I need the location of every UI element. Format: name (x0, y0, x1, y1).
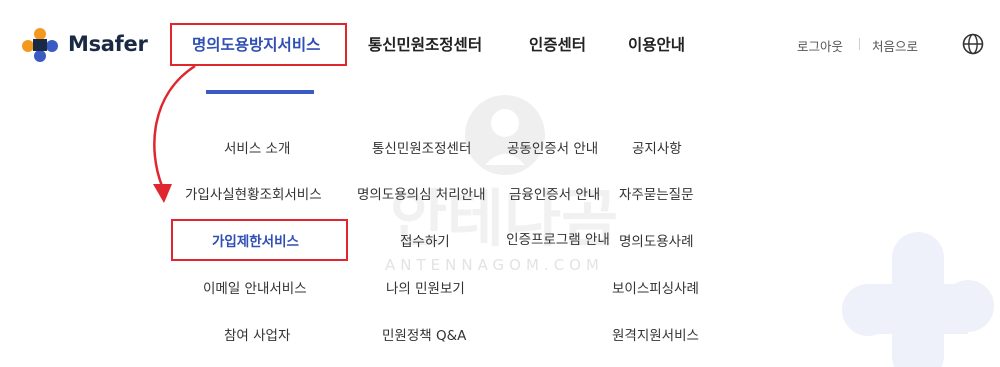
nav-item-user-guide[interactable]: 이용안내 (628, 26, 685, 64)
nav-item-certification-center[interactable]: 인증센터 (529, 26, 586, 64)
watermark-text: ANTENNAGOM.COM (385, 256, 604, 274)
decorative-logo-shape (842, 232, 994, 367)
submenu-financial-certificate[interactable]: 금융인증서 안내 (509, 183, 600, 203)
submenu-subscription-restriction[interactable]: 가입제한서비스 (212, 230, 299, 250)
submenu-notices[interactable]: 공지사항 (632, 137, 682, 157)
submenu-joint-certificate[interactable]: 공동인증서 안내 (507, 137, 598, 157)
submenu-complaint-policy-qa[interactable]: 민원정책 Q&A (382, 324, 466, 344)
nav-highlight-box (170, 23, 347, 66)
submenu-suspected-theft-guide[interactable]: 명의도용의심 처리안내 (357, 183, 486, 203)
submenu-theft-cases[interactable]: 명의도용사례 (619, 230, 694, 250)
utility-divider (859, 38, 860, 50)
submenu-email-notice[interactable]: 이메일 안내서비스 (203, 277, 307, 297)
submenu-voice-phishing-cases[interactable]: 보이스피싱사례 (612, 277, 699, 297)
home-link[interactable]: 처음으로 (872, 36, 918, 55)
submenu-submit[interactable]: 접수하기 (400, 230, 450, 250)
submenu-complaint-center[interactable]: 통신민원조정센터 (372, 137, 471, 157)
msafer-logo-icon (22, 28, 58, 62)
submenu-faq[interactable]: 자주묻는질문 (619, 183, 694, 203)
brand-name: Msafer (68, 32, 148, 56)
brand-logo[interactable]: Msafer (16, 24, 156, 64)
submenu-service-intro[interactable]: 서비스 소개 (224, 137, 290, 157)
submenu-remote-support[interactable]: 원격지원서비스 (612, 324, 699, 344)
submenu-my-complaints[interactable]: 나의 민원보기 (386, 277, 465, 297)
active-nav-indicator (206, 90, 314, 94)
submenu-participating-carriers[interactable]: 참여 사업자 (224, 324, 290, 344)
logout-link[interactable]: 로그아웃 (797, 36, 843, 55)
globe-icon[interactable] (962, 33, 984, 55)
submenu-cert-program[interactable]: 인증프로그램 안내 (503, 230, 613, 250)
nav-item-complaint-center[interactable]: 통신민원조정센터 (368, 26, 482, 64)
submenu-subscription-status[interactable]: 가입사실현황조회서비스 (185, 183, 322, 203)
